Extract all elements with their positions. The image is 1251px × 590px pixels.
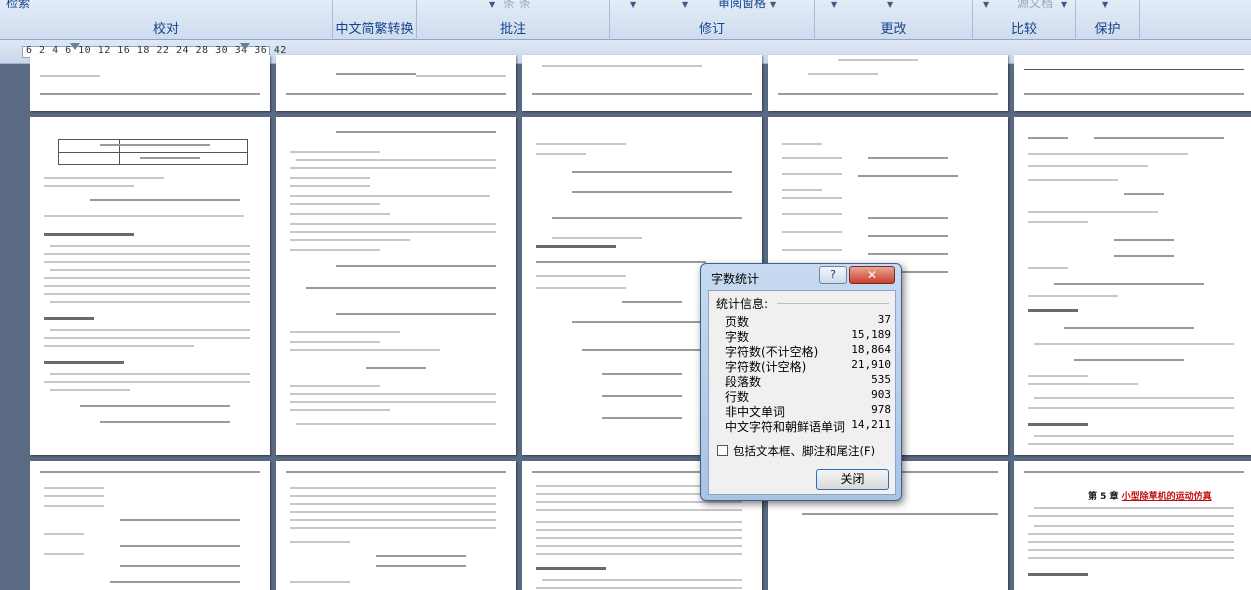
dialog-body: 统计信息: 页数 37 字数 15,189 字符数(不计空格) 18,864 字… [708,290,896,495]
document-page[interactable] [30,461,270,590]
document-page[interactable] [30,55,270,111]
group-label-comments: 批注 [499,22,526,37]
chevron-down-icon[interactable]: ▼ [770,0,776,9]
checkbox-label: 包括文本框、脚注和尾注(F) [733,444,876,458]
document-page[interactable] [276,117,516,455]
comment-nav-buttons[interactable]: 条 条 [503,0,531,11]
document-area[interactable]: 第 5 章 小型除草机的运动仿真 [0,55,1251,590]
help-button[interactable]: ? [819,266,847,284]
close-button[interactable]: 关闭 [816,469,889,490]
document-page[interactable]: 第 5 章 小型除草机的运动仿真 [1014,461,1251,590]
chevron-down-icon[interactable]: ▼ [682,0,688,9]
group-chinese-conversion: 中文简繁转换 [333,0,417,40]
dialog-title: 字数统计 [711,272,760,286]
close-icon[interactable]: ✕ [849,266,895,284]
group-label-chinese-conversion: 中文简繁转换 [335,22,414,37]
group-label-tracking: 修订 [698,22,725,37]
indent-marker-icon[interactable] [70,43,80,50]
stat-row-characters-no-spaces: 字符数(不计空格) 18,864 [725,343,891,359]
document-page[interactable] [768,55,1008,111]
group-proofing: 检索 校对 [0,0,333,40]
divider [777,303,889,304]
statistics-header: 统计信息: [716,297,769,311]
group-comments: ▼ 条 条 批注 [417,0,610,40]
chevron-down-icon[interactable]: ▼ [831,0,837,9]
document-page[interactable] [30,117,270,455]
group-label-changes: 更改 [880,22,907,37]
group-tracking: ▼ ▼ 审阅窗格 ▼ 修订 [610,0,815,40]
include-textboxes-checkbox[interactable]: 包括文本框、脚注和尾注(F) [717,443,893,459]
chevron-down-icon[interactable]: ▼ [1061,0,1067,9]
stat-row-pages: 页数 37 [725,313,891,329]
document-page[interactable] [1014,55,1251,111]
document-page[interactable] [276,461,516,590]
group-label-protect: 保护 [1094,22,1121,37]
reviewing-pane-button[interactable]: 审阅窗格 [718,0,766,11]
chevron-down-icon[interactable]: ▼ [489,0,495,9]
chapter-title: 第 5 章 小型除草机的运动仿真 [1088,492,1212,502]
stat-row-non-chinese-words: 非中文单词 978 [725,403,891,419]
chevron-down-icon[interactable]: ▼ [983,0,989,9]
research-button[interactable]: 检索 [6,0,30,11]
stat-row-words: 字数 15,189 [725,328,891,344]
stat-row-chinese-korean: 中文字符和朝鲜语单词 14,211 [725,418,891,434]
chevron-down-icon[interactable]: ▼ [630,0,636,9]
stat-row-paragraphs: 段落数 535 [725,373,891,389]
document-page[interactable] [522,55,762,111]
group-compare: ▼ 源文档 ▼ 比较 [973,0,1076,40]
group-protect: ▼ 保护 [1076,0,1140,40]
group-label-compare: 比较 [1010,22,1037,37]
chevron-down-icon[interactable]: ▼ [1102,0,1108,9]
stat-row-characters-with-spaces: 字符数(计空格) 21,910 [725,358,891,374]
word-count-dialog: 字数统计 ? ✕ 统计信息: 页数 37 字数 15,189 字符数(不计空格)… [700,263,902,501]
ribbon: 检索 校对 中文简繁转换 ▼ 条 条 批注 ▼ ▼ 审阅窗格 ▼ 修订 ▼ ▼ … [0,0,1251,40]
document-page[interactable] [276,55,516,111]
group-changes: ▼ ▼ 更改 [815,0,973,40]
right-indent-marker-icon[interactable] [240,43,250,50]
source-documents-button[interactable]: 源文档 [1017,0,1053,11]
checkbox-icon[interactable] [717,445,728,456]
stat-row-lines: 行数 903 [725,388,891,404]
chevron-down-icon[interactable]: ▼ [887,0,893,9]
document-page[interactable] [1014,117,1251,455]
group-label-proofing: 校对 [152,22,179,37]
